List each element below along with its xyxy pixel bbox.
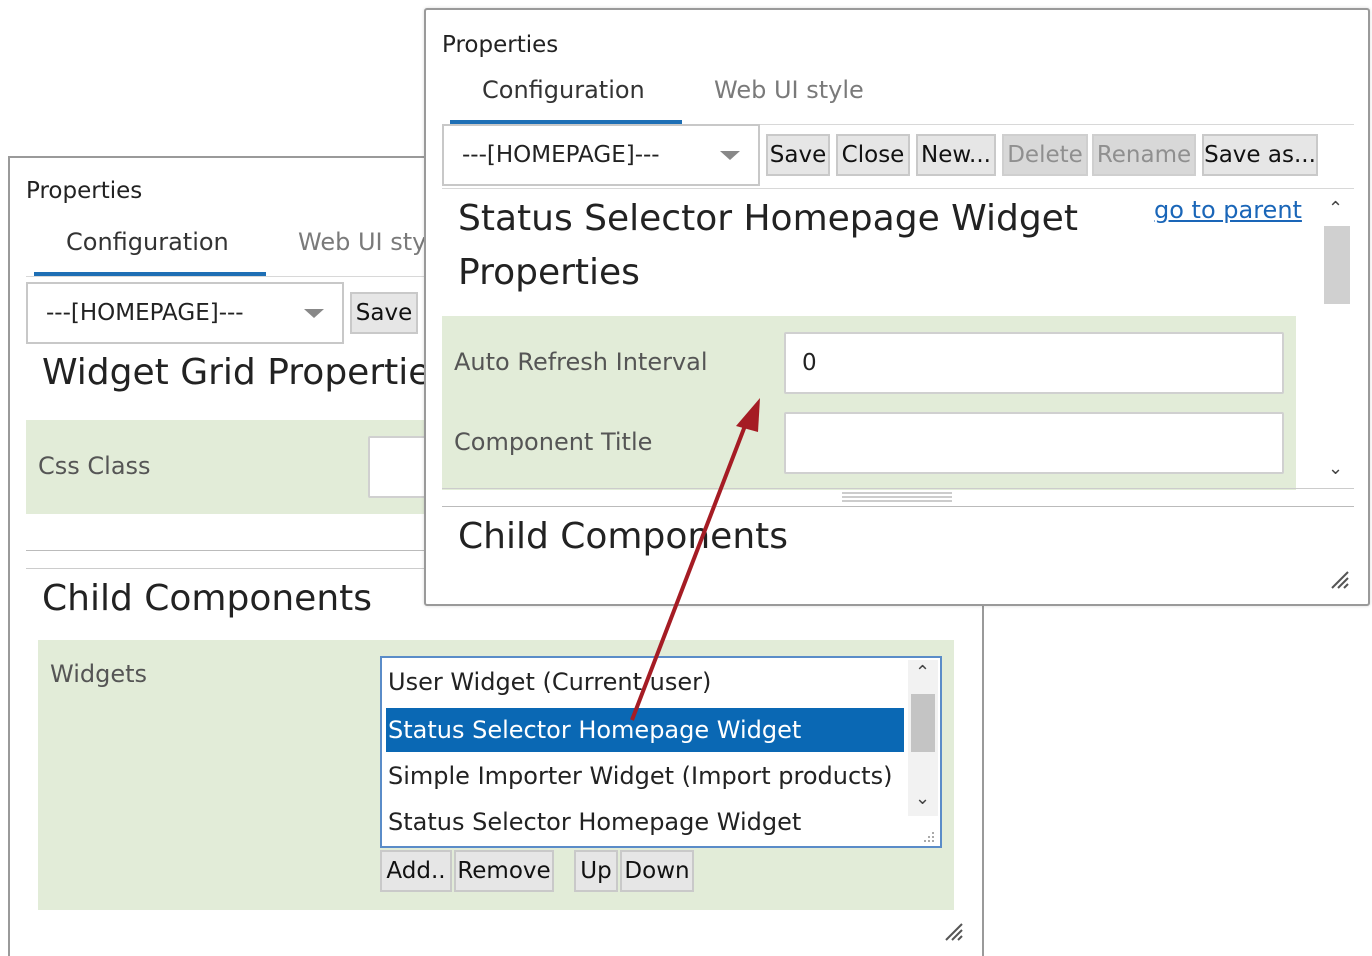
- resize-grip-icon[interactable]: [920, 828, 936, 844]
- rename-button[interactable]: Rename: [1092, 134, 1196, 176]
- scroll-down-icon[interactable]: ⌄: [1328, 460, 1343, 478]
- child-components-heading: Child Components: [42, 578, 373, 619]
- add-button[interactable]: Add..: [380, 850, 452, 892]
- delete-button[interactable]: Delete: [1002, 134, 1088, 176]
- tab-configuration[interactable]: Configuration: [66, 228, 229, 256]
- css-class-input[interactable]: [368, 436, 430, 498]
- list-item[interactable]: Simple Importer Widget (Import products): [386, 754, 908, 798]
- select-value: ---[HOMEPAGE]---: [46, 300, 244, 326]
- splitter-line: [442, 488, 1354, 489]
- scroll-up-icon[interactable]: ⌃: [1328, 200, 1343, 218]
- divider: [26, 568, 430, 569]
- save-as-button[interactable]: Save as...: [1202, 134, 1318, 176]
- down-button[interactable]: Down: [620, 850, 694, 892]
- scroll-down-icon[interactable]: ⌄: [915, 790, 930, 808]
- component-select[interactable]: ---[HOMEPAGE]---: [26, 282, 344, 344]
- panel-title: Properties: [26, 178, 143, 204]
- front-properties-panel: Properties Configuration Web UI style --…: [424, 8, 1370, 606]
- component-select[interactable]: ---[HOMEPAGE]---: [442, 124, 760, 186]
- up-button[interactable]: Up: [574, 850, 618, 892]
- select-value: ---[HOMEPAGE]---: [462, 142, 660, 168]
- divider: [442, 506, 1354, 507]
- tab-web-ui-style[interactable]: Web UI style: [714, 76, 864, 104]
- properties-heading-line2: Properties: [458, 252, 640, 293]
- list-scrollbar[interactable]: ⌃ ⌄: [908, 660, 938, 816]
- remove-button[interactable]: Remove: [454, 850, 554, 892]
- child-components-heading: Child Components: [458, 516, 789, 557]
- component-title-label: Component Title: [454, 428, 653, 456]
- section-heading: Widget Grid Propertie: [42, 352, 431, 393]
- css-class-label: Css Class: [38, 452, 151, 480]
- scrollbar-thumb[interactable]: [911, 694, 935, 752]
- list-item[interactable]: User Widget (Current user): [386, 660, 908, 704]
- save-button[interactable]: Save: [350, 292, 418, 334]
- go-to-parent-link[interactable]: go to parent: [1154, 196, 1302, 224]
- panel-title: Properties: [442, 32, 559, 58]
- save-button[interactable]: Save: [766, 134, 830, 176]
- scroll-up-icon[interactable]: ⌃: [915, 664, 930, 682]
- resize-grip-icon[interactable]: [1328, 568, 1350, 590]
- splitter-handle-icon[interactable]: [842, 490, 952, 504]
- close-button[interactable]: Close: [836, 134, 910, 176]
- toolbar-divider: [442, 188, 1354, 189]
- component-title-input[interactable]: [784, 412, 1284, 474]
- widgets-listbox[interactable]: User Widget (Current user) Status Select…: [380, 656, 942, 848]
- css-class-row: Css Class: [26, 420, 430, 514]
- widgets-row: Widgets User Widget (Current user) Statu…: [38, 640, 954, 910]
- list-item-selected[interactable]: Status Selector Homepage Widget: [386, 708, 904, 752]
- new-button[interactable]: New...: [916, 134, 996, 176]
- tab-web-ui-style[interactable]: Web UI sty: [298, 228, 426, 256]
- resize-grip-icon[interactable]: [942, 920, 964, 942]
- dropdown-caret-icon[interactable]: [720, 151, 740, 160]
- widgets-label: Widgets: [50, 660, 148, 688]
- list-item[interactable]: Status Selector Homepage Widget: [386, 800, 908, 844]
- divider: [26, 550, 430, 551]
- tab-divider: [26, 276, 430, 277]
- dropdown-caret-icon: [304, 309, 324, 318]
- properties-form: Auto Refresh Interval 0 Component Title: [442, 316, 1296, 490]
- scrollbar-thumb[interactable]: [1324, 226, 1350, 304]
- properties-scrollbar[interactable]: ⌃ ⌄: [1320, 196, 1352, 488]
- properties-heading: Status Selector Homepage Widget: [458, 198, 1078, 239]
- auto-refresh-interval-label: Auto Refresh Interval: [454, 348, 708, 376]
- tab-configuration[interactable]: Configuration: [482, 76, 645, 104]
- auto-refresh-interval-input[interactable]: 0: [784, 332, 1284, 394]
